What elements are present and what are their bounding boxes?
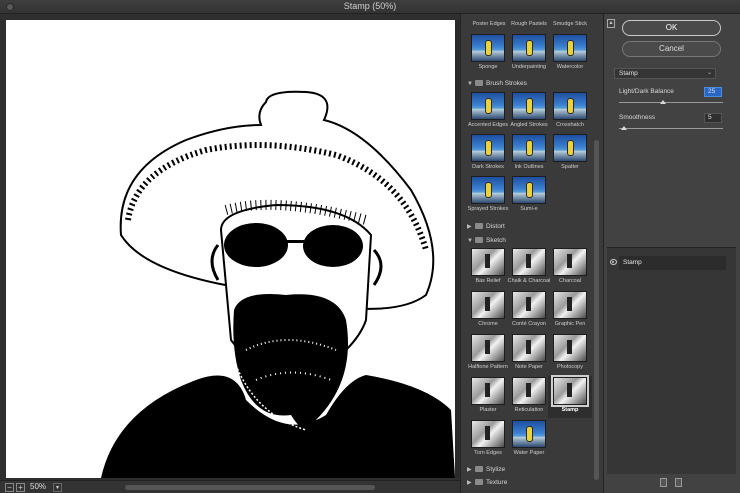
preview-horizontal-scrollbar[interactable]: [125, 485, 375, 490]
filter-label[interactable]: Poster Edges: [470, 21, 508, 27]
filter-thumb-sponge[interactable]: Sponge: [466, 34, 510, 70]
filter-preview-thumbnail: [512, 377, 546, 405]
filter-preview-thumbnail: [471, 420, 505, 448]
filter-thumb-chalk-charcoal[interactable]: Chalk & Charcoal: [507, 248, 551, 284]
smoothness-slider-knob[interactable]: [621, 126, 628, 130]
cancel-button[interactable]: Cancel: [622, 41, 721, 57]
folder-icon: [475, 466, 483, 472]
new-effect-layer-icon[interactable]: [660, 478, 667, 487]
filter-preview-thumbnail: [512, 176, 546, 204]
ok-button[interactable]: OK: [622, 20, 721, 36]
filter-preview-thumbnail: [553, 34, 587, 62]
filter-thumb-note-paper[interactable]: Note Paper: [507, 334, 551, 370]
category-brush-strokes[interactable]: ▼ Brush Strokes: [467, 79, 527, 89]
filter-preview-thumbnail: [512, 291, 546, 319]
filter-preview-thumbnail: [471, 291, 505, 319]
filter-preview-thumbnail: [553, 334, 587, 362]
filter-thumb-conte-crayon[interactable]: Conté Crayon: [507, 291, 551, 327]
collapsed-triangle-icon: ▶: [467, 467, 472, 473]
filter-thumb-torn-edges[interactable]: Torn Edges: [466, 420, 510, 456]
filter-preview-thumbnail: [471, 134, 505, 162]
window-title: Stamp (50%): [343, 1, 397, 11]
filter-thumb-reticulation[interactable]: Reticulation: [507, 377, 551, 413]
filter-preview-thumbnail: [553, 291, 587, 319]
chevron-down-icon: ⌄: [706, 70, 712, 76]
filter-preview-thumbnail: [512, 420, 546, 448]
smoothness-slider-track[interactable]: [619, 128, 723, 129]
light-dark-balance-slider-knob[interactable]: [659, 100, 666, 104]
filter-preview-thumbnail: [553, 134, 587, 162]
stamp-preview-image: [101, 90, 455, 478]
gallery-scrollbar[interactable]: [594, 140, 599, 480]
filter-thumb-photocopy[interactable]: Photocopy: [548, 334, 592, 370]
collapsed-triangle-icon: ▶: [467, 480, 472, 486]
filter-thumb-watercolor[interactable]: Watercolor: [548, 34, 592, 70]
filter-thumb-underpainting[interactable]: Underpainting: [507, 34, 551, 70]
filter-select[interactable]: Stamp ⌄: [614, 68, 716, 79]
eye-visibility-icon[interactable]: [610, 259, 617, 265]
folder-icon: [475, 479, 483, 485]
folder-icon: [475, 80, 483, 86]
filter-preview-thumbnail: [471, 176, 505, 204]
filter-preview-thumbnail: [471, 377, 505, 405]
zoom-level[interactable]: 50%: [30, 482, 46, 491]
filter-thumb-water-paper[interactable]: Water Paper: [507, 420, 551, 456]
effect-layer-stamp[interactable]: Stamp: [619, 256, 726, 270]
collapse-gallery-chevron-icon[interactable]: ▴: [607, 19, 615, 28]
filter-thumb-ink-outlines[interactable]: Ink Outlines: [507, 134, 551, 170]
filter-thumb-plaster[interactable]: Plaster: [466, 377, 510, 413]
collapsed-triangle-icon: ▶: [467, 224, 472, 230]
zoom-dropdown-chevron-icon[interactable]: ▾: [53, 483, 62, 492]
preview-status-bar: − + 50% ▾: [0, 480, 460, 493]
title-bar: Stamp (50%): [0, 0, 740, 14]
category-texture[interactable]: ▶ Texture: [467, 478, 507, 488]
filter-thumb-accented-edges[interactable]: Accented Edges: [466, 92, 510, 128]
filter-thumb-halftone-pattern[interactable]: Halftone Pattern: [466, 334, 510, 370]
preview-area: [0, 14, 460, 480]
filter-preview-thumbnail: [471, 248, 505, 276]
filter-preview-thumbnail: [512, 34, 546, 62]
filter-preview-thumbnail: [512, 334, 546, 362]
light-dark-balance-label: Light/Dark Balance: [619, 88, 674, 95]
filter-label[interactable]: Smudge Stick: [551, 21, 589, 27]
expanded-triangle-icon: ▼: [467, 238, 473, 244]
filter-thumb-bas-relief[interactable]: Bas Relief: [466, 248, 510, 284]
filter-thumb-graphic-pen[interactable]: Graphic Pen: [548, 291, 592, 327]
filter-thumb-sumi-e[interactable]: Sumi-e: [507, 176, 551, 212]
category-distort[interactable]: ▶ Distort: [467, 222, 505, 232]
effect-layers-panel: [607, 247, 736, 474]
delete-layer-trash-icon[interactable]: [675, 478, 682, 487]
filter-thumb-dark-strokes[interactable]: Dark Strokes: [466, 134, 510, 170]
filter-preview-thumbnail: [553, 248, 587, 276]
smoothness-label: Smoothness: [619, 114, 656, 121]
zoom-out-button[interactable]: −: [5, 483, 14, 492]
filter-preview-thumbnail: [553, 92, 587, 120]
filter-preview-thumbnail: [512, 248, 546, 276]
filter-preview-thumbnail: [551, 375, 589, 407]
light-dark-balance-slider-track[interactable]: [619, 102, 723, 103]
preview-canvas[interactable]: [6, 20, 455, 478]
category-sketch[interactable]: ▼ Sketch: [467, 236, 506, 246]
filter-preview-thumbnail: [471, 92, 505, 120]
filter-thumb-spatter[interactable]: Spatter: [548, 134, 592, 170]
folder-icon: [475, 223, 483, 229]
smoothness-input[interactable]: 5: [704, 113, 722, 123]
expanded-triangle-icon: ▼: [467, 81, 473, 87]
filter-thumb-chrome[interactable]: Chrome: [466, 291, 510, 327]
filter-preview-thumbnail: [512, 134, 546, 162]
category-stylize[interactable]: ▶ Stylize: [467, 465, 505, 475]
filter-label[interactable]: Rough Pastels: [510, 21, 548, 27]
light-dark-balance-input[interactable]: 25: [704, 87, 722, 97]
filter-preview-thumbnail: [471, 334, 505, 362]
filter-thumb-charcoal[interactable]: Charcoal: [548, 248, 592, 284]
filter-thumb-stamp[interactable]: Stamp: [548, 375, 592, 413]
filter-thumb-sprayed-strokes[interactable]: Sprayed Strokes: [466, 176, 510, 212]
filter-thumb-crosshatch[interactable]: Crosshatch: [548, 92, 592, 128]
filter-thumb-angled-strokes[interactable]: Angled Strokes: [507, 92, 551, 128]
zoom-in-button[interactable]: +: [16, 483, 25, 492]
folder-icon: [475, 237, 483, 243]
preview-vertical-scrollbar[interactable]: [455, 20, 459, 478]
filter-preview-thumbnail: [512, 92, 546, 120]
filter-preview-thumbnail: [471, 34, 505, 62]
